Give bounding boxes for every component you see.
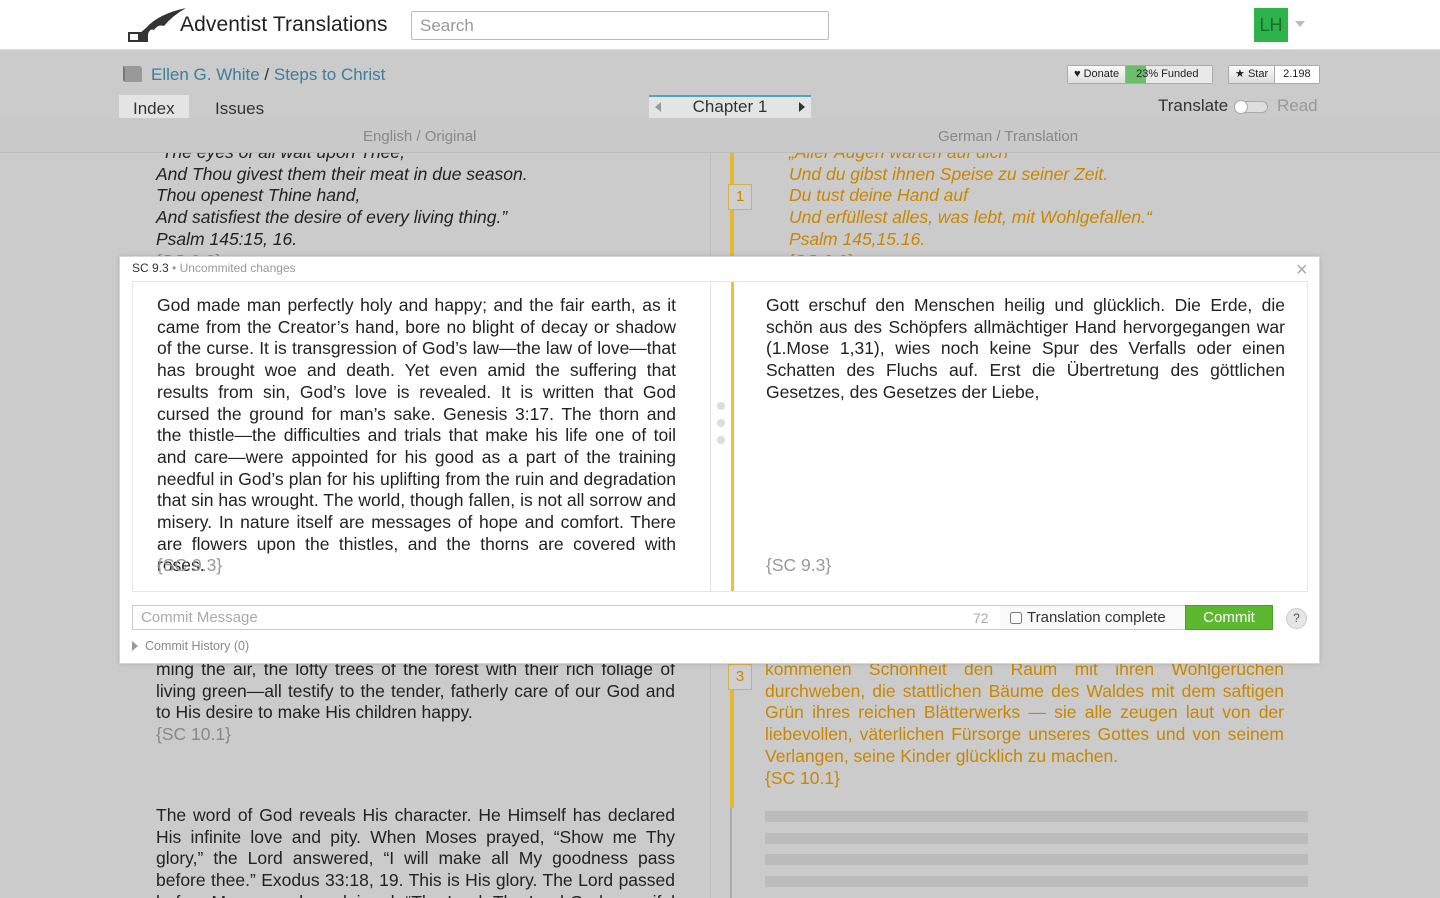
- paragraph-translation-psalm[interactable]: „Aller Augen warten auf dich Und du gibs…: [789, 153, 1308, 272]
- paragraph-original[interactable]: ming the air, the lofty trees of the for…: [156, 659, 675, 746]
- search-input[interactable]: [411, 11, 829, 40]
- char-counter: 72: [973, 610, 989, 626]
- editor-translation-ref: {SC 9.3}: [766, 555, 832, 575]
- loading-placeholder: [765, 854, 1308, 865]
- psalm-line: „Aller Augen warten auf dich: [789, 153, 1308, 164]
- paragraph-translation[interactable]: kommenen Schönheit den Raum mit ihren Wo…: [765, 659, 1284, 789]
- paragraph-original-psalm[interactable]: “The eyes of all wait upon Thee; And Tho…: [156, 153, 675, 272]
- paragraph-editor-dialog: SC 9.3 • Uncommited changes × God made m…: [119, 256, 1320, 664]
- close-icon[interactable]: ×: [1296, 259, 1308, 282]
- commit-history-label: Commit History (0): [145, 639, 250, 653]
- column-headers: English / Original German / Translation: [0, 118, 1440, 153]
- chevron-left-icon[interactable]: [655, 102, 661, 112]
- psalm-line: And satisfiest the desire of every livin…: [156, 207, 508, 228]
- star-count: 2.198: [1275, 66, 1319, 83]
- column-header-translation: German / Translation: [938, 128, 1079, 145]
- psalm-line: Psalm 145:15, 16.: [156, 228, 298, 249]
- translation-complete-checkbox[interactable]: [1010, 612, 1022, 624]
- editor-header: SC 9.3 • Uncommited changes: [132, 261, 296, 275]
- commit-history-toggle[interactable]: Commit History (0): [132, 639, 249, 653]
- chapter-label[interactable]: Chapter 1: [693, 97, 768, 116]
- psalm-line: Psalm 145,15.16.: [789, 228, 926, 249]
- paragraph-text: ming the air, the lofty trees of the for…: [156, 659, 675, 723]
- psalm-line: Und erfüllest alles, was lebt, mit Wohlg…: [789, 207, 1152, 228]
- breadcrumb-separator: /: [264, 65, 270, 84]
- help-button[interactable]: ?: [1286, 608, 1307, 629]
- funded-text: 23% Funded: [1136, 68, 1199, 80]
- paragraph-number[interactable]: 1: [728, 184, 752, 210]
- book-icon: [123, 66, 142, 82]
- caret-right-icon: [132, 641, 138, 651]
- mode-translate-label[interactable]: Translate: [1158, 96, 1228, 116]
- loading-placeholder: [765, 811, 1308, 822]
- heart-icon: ♥: [1074, 68, 1081, 80]
- column-header-original: English / Original: [363, 128, 477, 145]
- star-icon: ★: [1235, 68, 1245, 80]
- breadcrumb-book-link[interactable]: Steps to Christ: [274, 65, 386, 84]
- donate-button[interactable]: ♥ Donate 23% Funded: [1067, 65, 1213, 84]
- loading-placeholder: [765, 833, 1308, 844]
- donate-label: Donate: [1083, 68, 1120, 80]
- quill-logo-icon[interactable]: [128, 6, 188, 44]
- tab-index[interactable]: Index: [119, 95, 189, 118]
- breadcrumb: Ellen G. White / Steps to Christ: [151, 65, 385, 85]
- paragraph-text: kommenen Schönheit den Raum mit ihren Wo…: [765, 659, 1284, 766]
- resize-grip-dot[interactable]: [717, 419, 725, 427]
- editor-status: • Uncommited changes: [172, 261, 296, 275]
- paragraph-number[interactable]: 3: [728, 664, 752, 690]
- resize-grip-dot[interactable]: [717, 402, 725, 410]
- chapter-selector[interactable]: Chapter 1: [649, 95, 811, 118]
- editor-divider: [710, 282, 711, 591]
- psalm-line: “The eyes of all wait upon Thee;: [156, 153, 675, 164]
- star-label: Star: [1247, 68, 1269, 80]
- psalm-line: Und du gibst ihnen Speise zu seiner Zeit…: [789, 163, 1109, 184]
- psalm-line: Thou openest Thine hand,: [156, 185, 361, 206]
- mode-read-label[interactable]: Read: [1277, 96, 1318, 116]
- breadcrumb-author-link[interactable]: Ellen G. White: [151, 65, 260, 84]
- app-title[interactable]: Adventist Translations: [180, 13, 388, 37]
- mode-toggle[interactable]: [1234, 100, 1268, 114]
- psalm-line: And Thou givest them their meat in due s…: [156, 163, 528, 184]
- editor-original-text: God made man perfectly holy and happy; a…: [157, 295, 676, 576]
- editor-ref-id: SC 9.3: [132, 261, 169, 275]
- loading-placeholder: [765, 876, 1308, 887]
- avatar[interactable]: LH: [1254, 8, 1288, 42]
- editor-original-ref: {SC 9.3}: [157, 555, 223, 575]
- translation-complete-label[interactable]: Translation complete: [1027, 609, 1166, 626]
- top-bar: Adventist Translations LH: [0, 0, 1440, 50]
- paragraph-text: The word of God reveals His character. H…: [156, 805, 675, 898]
- funded-progress: 23% Funded: [1126, 66, 1212, 83]
- chevron-right-icon[interactable]: [799, 102, 805, 112]
- paragraph-marker-bar: [731, 282, 734, 591]
- editor-body: God made man perfectly holy and happy; a…: [132, 281, 1308, 592]
- paragraph-ref: {SC 10.1}: [765, 767, 840, 788]
- psalm-line: Du tust deine Hand auf: [789, 185, 969, 206]
- paragraph-marker-bar-pending: [730, 808, 732, 898]
- resize-grip-dot[interactable]: [717, 436, 725, 444]
- tab-issues[interactable]: Issues: [201, 95, 278, 118]
- chevron-down-icon[interactable]: [1295, 21, 1305, 27]
- commit-message-input[interactable]: [132, 605, 1001, 630]
- paragraph-ref: {SC 10.1}: [156, 724, 231, 745]
- toggle-knob[interactable]: [1234, 100, 1248, 114]
- star-button[interactable]: ★ Star 2.198: [1228, 65, 1320, 84]
- translation-complete-toggle[interactable]: Translation complete: [1000, 605, 1186, 630]
- translation-textarea[interactable]: Gott erschuf den Menschen heilig und glü…: [766, 295, 1285, 545]
- commit-button[interactable]: Commit: [1185, 605, 1273, 630]
- paragraph-original[interactable]: The word of God reveals His character. H…: [156, 805, 675, 898]
